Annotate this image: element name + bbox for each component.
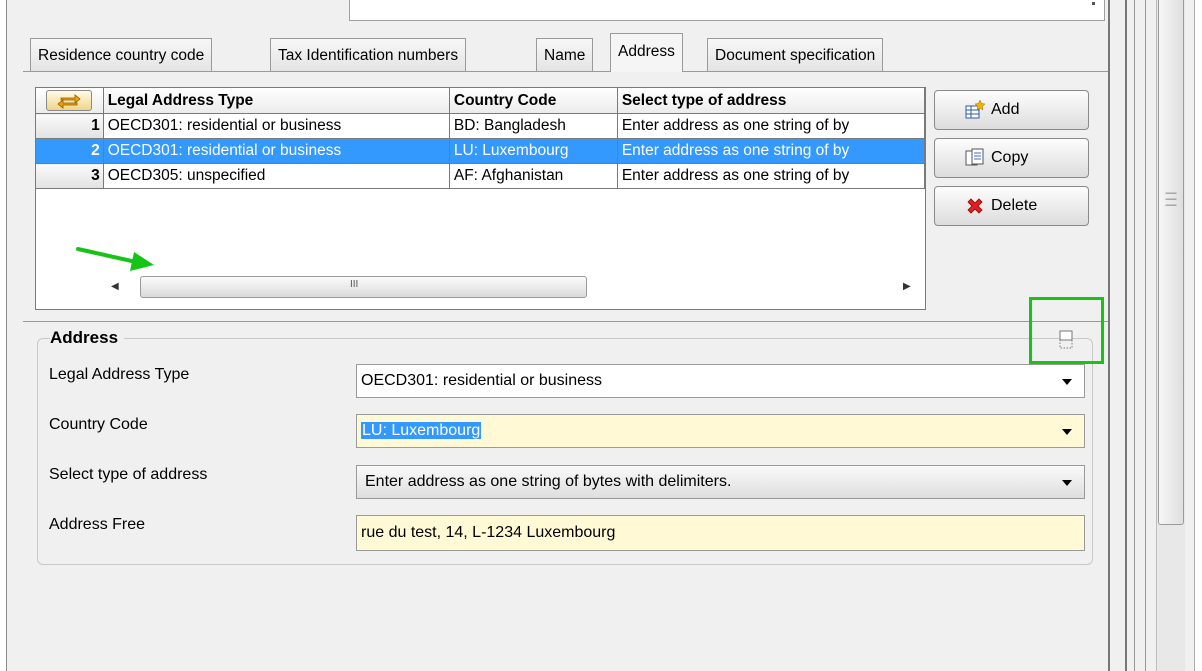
copy-icon [965, 148, 985, 168]
cell-country-code[interactable]: BD: Bangladesh [449, 113, 618, 139]
splitter-rail [1134, 0, 1135, 671]
address-free-label: Address Free [49, 516, 146, 533]
cell-legal-address-type[interactable]: OECD301: residential or business [103, 138, 450, 164]
top-area-marker [1092, 2, 1095, 5]
scroll-grip-icon: — — — [1165, 187, 1177, 211]
address-panel-title: Address [50, 328, 125, 348]
country-code-value: LU: Luxembourg [361, 422, 482, 439]
legal-address-type-label: Legal Address Type [49, 366, 190, 383]
vertical-scrollbar-thumb[interactable] [1158, 0, 1184, 525]
chevron-down-icon[interactable] [1062, 480, 1072, 486]
scroll-right-arrow-icon[interactable]: ▶ [903, 281, 911, 292]
chevron-down-icon[interactable] [1062, 379, 1072, 385]
row-number[interactable]: 2 [36, 138, 104, 164]
top-text-area[interactable] [349, 0, 1105, 21]
delete-button[interactable]: Delete [934, 186, 1089, 226]
delete-button-label: Delete [991, 197, 1038, 214]
cell-address-select[interactable]: Enter address as one string of by [617, 113, 925, 139]
splitter-rail [1145, 0, 1146, 671]
address-free-input[interactable]: rue du test, 14, L-1234 Luxembourg [356, 515, 1085, 551]
copy-button-label: Copy [991, 149, 1029, 166]
tab-name[interactable]: Name [536, 38, 594, 71]
tab-document-specification[interactable]: Document specification [707, 38, 884, 71]
annotation-arrow-icon [76, 247, 154, 271]
add-button-label: Add [991, 101, 1020, 118]
horizontal-scrollbar-thumb[interactable] [140, 276, 587, 298]
cell-country-code[interactable]: AF: Afghanistan [449, 163, 618, 189]
tab-strip-border [23, 71, 1108, 72]
table-row-selected[interactable]: 2 OECD301: residential or business LU: L… [36, 138, 925, 164]
window-right-edge [1194, 0, 1202, 671]
row-number[interactable]: 3 [36, 163, 104, 189]
select-type-of-address-dropdown[interactable]: Enter address as one string of bytes wit… [356, 465, 1085, 499]
column-header-country-code[interactable]: Country Code [449, 88, 618, 114]
address-grid: Legal Address Type Country Code Select t… [36, 88, 925, 189]
table-row[interactable]: 1 OECD301: residential or business BD: B… [36, 113, 925, 139]
splitter-rail [1108, 0, 1110, 671]
add-button[interactable]: Add [934, 90, 1089, 130]
scrollbar-grip: III [350, 279, 359, 290]
chevron-down-icon[interactable] [1062, 429, 1072, 435]
column-header-select-type-of-address[interactable]: Select type of address [617, 88, 925, 114]
tab-address[interactable]: Address [610, 33, 683, 72]
cell-address-select[interactable]: Enter address as one string of by [617, 163, 925, 189]
scroll-left-arrow-icon[interactable]: ◀ [111, 281, 119, 292]
select-type-of-address-value: Enter address as one string of bytes wit… [365, 473, 732, 490]
column-header-legal-address-type[interactable]: Legal Address Type [103, 88, 450, 114]
cell-legal-address-type[interactable]: OECD305: unspecified [103, 163, 450, 189]
cell-address-select[interactable]: Enter address as one string of by [617, 138, 925, 164]
splitter-rail [1125, 0, 1127, 671]
copy-button[interactable]: Copy [934, 138, 1089, 178]
delete-x-icon [965, 196, 985, 216]
annotation-highlight-box [1029, 297, 1104, 364]
table-row[interactable]: 3 OECD305: unspecified AF: Afghanistan E… [36, 163, 925, 189]
column-swap-icon[interactable] [46, 90, 93, 111]
tab-residence-country-code[interactable]: Residence country code [30, 38, 213, 71]
add-row-icon [965, 99, 986, 120]
window-left-edge [0, 0, 7, 671]
panel-divider [23, 321, 1108, 322]
column-chooser-header[interactable] [36, 88, 104, 114]
select-type-of-address-label: Select type of address [49, 466, 208, 483]
country-code-select[interactable]: LU: Luxembourg [356, 414, 1085, 448]
legal-address-type-select[interactable]: OECD301: residential or business [356, 364, 1085, 398]
row-number[interactable]: 1 [36, 113, 104, 139]
cell-legal-address-type[interactable]: OECD301: residential or business [103, 113, 450, 139]
cell-country-code[interactable]: LU: Luxembourg [449, 138, 618, 164]
country-code-label: Country Code [49, 416, 148, 433]
table-header-row: Legal Address Type Country Code Select t… [36, 88, 925, 114]
tab-tax-identification-numbers[interactable]: Tax Identification numbers [270, 38, 467, 71]
legal-address-type-value: OECD301: residential or business [361, 372, 603, 389]
